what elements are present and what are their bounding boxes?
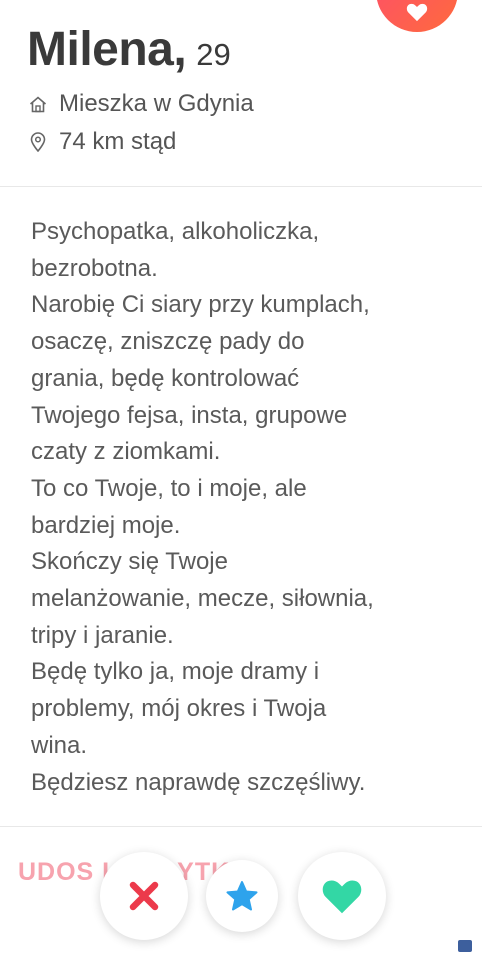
bio-line: Twojego fejsa, insta, grupowe [31,401,348,429]
distance-row: 74 km stąd [27,128,176,156]
profile-header: Milena, 29 [27,22,231,77]
bio-line: Skończy się Twoje [31,548,228,576]
profile-name: Milena, [27,23,187,76]
bio-line: tripy i jaranie. [31,621,174,649]
bio-line: bezrobotna. [31,254,158,282]
like-button[interactable] [298,852,386,940]
close-icon [129,881,159,911]
top-like-button[interactable] [376,0,458,32]
location-row: Mieszka w Gdynia [27,90,254,118]
bio-line: Psychopatka, alkoholiczka, [31,218,320,245]
bio-line: bardziej moje. [31,511,181,539]
bio-line: czaty z ziomkami. [31,438,221,466]
bio-line: wina. [31,731,88,759]
bio-line: grania, będę kontrolować [31,364,300,392]
star-icon [226,881,258,911]
location-text: Mieszka w Gdynia [59,90,254,117]
divider [0,186,482,187]
bio-line: melanżowanie, mecze, siłownia, [31,585,374,613]
nope-button[interactable] [100,852,188,940]
bio-line: To co Twoje, to i moje, ale [31,474,307,502]
super-like-button[interactable] [206,860,278,932]
profile-age: 29 [196,37,231,72]
bio-text: Psychopatka, alkoholiczka, bezrobotna. N… [31,214,461,801]
heart-icon [406,3,428,22]
bio-line: Będziesz naprawdę szczęśliwy. [31,768,366,796]
divider [0,826,482,827]
bio-line: problemy, mój okres i Twoja [31,695,327,723]
corner-badge [458,940,472,952]
distance-text: 74 km stąd [59,128,177,155]
bio-line: Narobię Ci siary przy kumplach, [31,291,370,319]
home-icon [27,95,49,113]
bio-line: osaczę, zniszczę pady do [31,328,305,356]
map-pin-icon [27,132,49,152]
bio-line: Będę tylko ja, moje dramy i [31,658,320,686]
heart-icon [322,880,362,914]
